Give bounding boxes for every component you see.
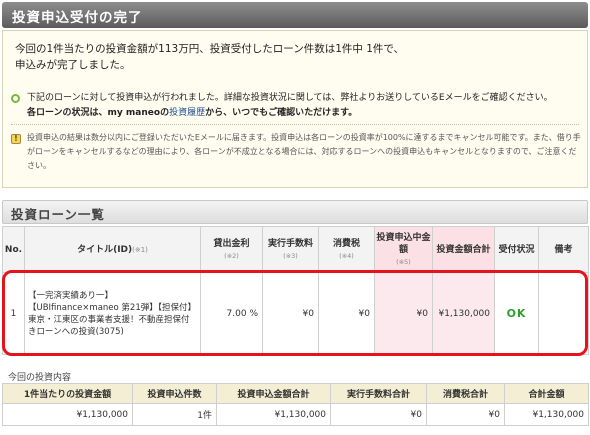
row-tax: ¥0 [318, 272, 375, 355]
summary-header-row: 1件当たりの投資金額 投資申込件数 投資申込金額合計 実行手数料合計 消費税合計… [2, 383, 589, 404]
row-title: 【一完済実績あり一】【UBIfinance×maneo 第21弾】【担保付】東京… [24, 272, 201, 355]
summary-header: 合計金額 [504, 383, 589, 404]
notice-line-2-suffix: から、いつでもご確認いただけます。 [205, 108, 358, 118]
row-pending: ¥0 [374, 272, 433, 355]
col-total: 投資金額合計 [432, 226, 495, 273]
cancellation-caution: ! 投資申込の結果は数分以内にご登録いただいたEメールに届きます。投資申込は各ロ… [11, 131, 581, 173]
notice-line-1: 下記のローンに対して投資申込が行われました。詳細な投資状況に関しては、弊社よりお… [27, 93, 553, 103]
info-circle-icon [11, 94, 20, 103]
notice-line-2-prefix: 各ローンの状況は、my maneoの [27, 108, 170, 118]
row-remarks [538, 272, 589, 355]
col-remarks: 備考 [538, 226, 589, 273]
summary-value: ¥1,130,000 [504, 403, 589, 426]
row-status: OK [494, 272, 539, 355]
notice-line-2: 各ローンの状況は、my maneoの投資履歴から、いつでもご確認いただけます。 [27, 106, 579, 121]
row-fee: ¥0 [262, 272, 319, 355]
summary-header: 投資申込金額合計 [216, 383, 331, 404]
completion-lead: 今回の1件当たりの投資金額が113万円、投資受付したローン件数は1件中 1件で、… [15, 41, 575, 73]
col-no: No. [2, 226, 25, 273]
warning-icon: ! [11, 134, 21, 144]
col-pending: 投資申込中金額 (※5) [374, 226, 433, 273]
loan-list-header: 投資ローン一覧 [2, 200, 588, 224]
investment-notice: 下記のローンに対して投資申込が行われました。詳細な投資状況に関しては、弊社よりお… [11, 91, 579, 121]
investment-summary-table: 1件当たりの投資金額 投資申込件数 投資申込金額合計 実行手数料合計 消費税合計… [2, 383, 589, 426]
col-status: 受付状況 [494, 226, 539, 273]
row-rate: 7.00 % [200, 272, 263, 355]
summary-header: 実行手数料合計 [330, 383, 427, 404]
col-title: タイトル(ID)(※1) [24, 226, 201, 273]
loan-list-table: No. タイトル(ID)(※1) 貸出金利 (※2) 実行手数料 (※3) 消費税(… [2, 226, 589, 355]
page-title: 投資申込受付の完了 [12, 10, 143, 26]
summary-value: ¥0 [426, 403, 505, 426]
lead-line-1: 今回の1件当たりの投資金額が113万円、投資受付したローン件数は1件中 1件で、 [15, 43, 404, 55]
summary-value-row: ¥1,130,000 1件 ¥1,130,000 ¥0 ¥0 ¥1,130,00… [2, 403, 589, 426]
loan-table-header-row: No. タイトル(ID)(※1) 貸出金利 (※2) 実行手数料 (※3) 消費税(… [2, 226, 589, 273]
summary-header: 消費税合計 [426, 383, 505, 404]
summary-header: 1件当たりの投資金額 [2, 383, 133, 404]
caution-text: 投資申込の結果は数分以内にご登録いただいたEメールに届きます。投資申込は各ローン… [27, 133, 581, 170]
investment-history-link[interactable]: 投資履歴 [169, 108, 205, 118]
summary-label: 今回の投資内容 [8, 373, 72, 383]
divider [11, 124, 579, 125]
summary-header: 投資申込件数 [132, 383, 217, 404]
col-rate: 貸出金利 (※2) [200, 226, 263, 273]
summary-value: 1件 [132, 403, 217, 426]
loan-list-title: 投資ローン一覧 [11, 207, 105, 222]
col-fee: 実行手数料 (※3) [262, 226, 319, 273]
col-tax: 消費税 (※4) [318, 226, 375, 273]
row-total: ¥1,130,000 [432, 272, 495, 355]
lead-line-2: 申込みが完了しました。 [15, 59, 131, 71]
table-row: 1 【一完済実績あり一】【UBIfinance×maneo 第21弾】【担保付】… [2, 272, 589, 355]
row-no: 1 [2, 272, 25, 355]
status-badge: OK [506, 307, 527, 320]
summary-value: ¥1,130,000 [216, 403, 331, 426]
page-header: 投資申込受付の完了 [2, 2, 588, 28]
completion-message-box: 今回の1件当たりの投資金額が113万円、投資受付したローン件数は1件中 1件で、… [2, 30, 588, 188]
summary-value: ¥0 [330, 403, 427, 426]
summary-value: ¥1,130,000 [2, 403, 133, 426]
